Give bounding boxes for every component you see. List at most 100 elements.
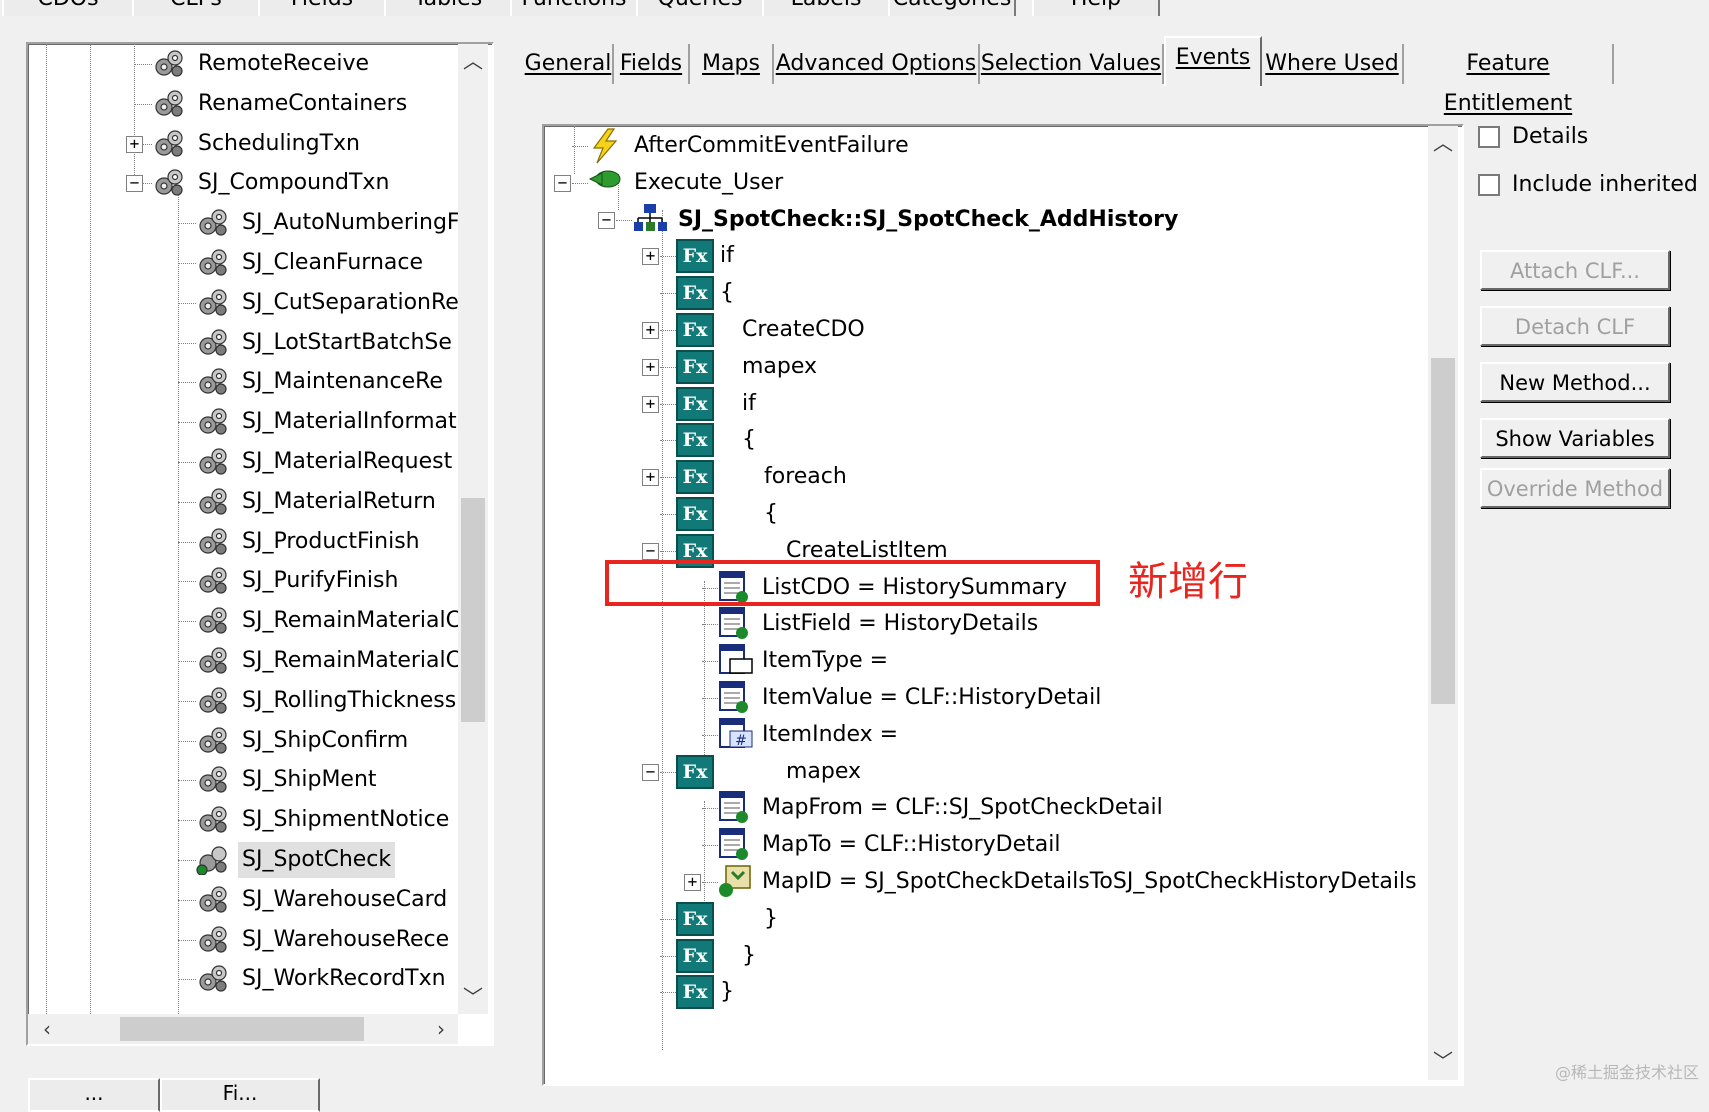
scroll-up-arrow-icon[interactable]: ︿ bbox=[458, 46, 488, 76]
bottom-button-1[interactable]: ... bbox=[28, 1078, 160, 1112]
tree-item[interactable]: SJ_MaterialRequest bbox=[28, 444, 458, 480]
tree-horizontal-scrollbar[interactable]: ‹ › bbox=[28, 1014, 458, 1044]
event-tree-row[interactable]: Fx} bbox=[544, 974, 1424, 1010]
top-tab-help[interactable]: Help bbox=[1032, 0, 1160, 16]
clf-tree-panel[interactable]: RemoteReceive RenameContainers + Scheduling… bbox=[26, 42, 494, 1046]
event-tree-label: { bbox=[742, 427, 756, 453]
tree-item[interactable]: SJ_RemainMaterialC bbox=[28, 643, 461, 679]
top-tab-labels[interactable]: Labels bbox=[762, 0, 890, 16]
tab-events[interactable]: Events bbox=[1164, 36, 1262, 86]
tree-item[interactable]: SJ_PurifyFinish bbox=[28, 563, 458, 599]
tree-item[interactable]: SJ_RemainMaterialC bbox=[28, 603, 461, 639]
expand-icon[interactable]: + bbox=[684, 874, 701, 891]
event-tree-row[interactable]: Fx{ bbox=[544, 496, 1424, 532]
events-scroll-up-arrow-icon[interactable]: ︿ bbox=[1428, 128, 1458, 158]
tree-item[interactable]: SJ_AutoNumberingF bbox=[28, 205, 460, 241]
tree-item[interactable]: + SchedulingTxn bbox=[28, 126, 458, 162]
include-inherited-checkbox[interactable] bbox=[1478, 174, 1500, 196]
scroll-down-arrow-icon[interactable]: ﹀ bbox=[458, 982, 488, 1012]
top-tab-functions[interactable]: Functions bbox=[510, 0, 638, 16]
expand-icon[interactable]: + bbox=[642, 358, 659, 376]
event-tree-row[interactable]: Fx} bbox=[544, 901, 1424, 937]
tree-item[interactable]: SJ_CleanFurnace bbox=[28, 245, 458, 281]
events-vertical-scrollbar[interactable]: ︿ ﹀ bbox=[1428, 126, 1458, 1080]
details-checkbox[interactable] bbox=[1478, 126, 1500, 148]
expand-icon[interactable]: + bbox=[642, 395, 659, 413]
tree-item[interactable]: SJ_RollingThickness bbox=[28, 683, 458, 719]
tree-item[interactable]: SJ_SpotCheck bbox=[28, 842, 458, 878]
top-tab-queries[interactable]: Queries bbox=[636, 0, 764, 16]
collapse-icon[interactable]: − bbox=[598, 211, 615, 229]
tree-item[interactable]: SJ_MaterialInformati bbox=[28, 404, 463, 440]
attach-clf-button[interactable]: Attach CLF... bbox=[1480, 250, 1670, 290]
details-option[interactable]: Details bbox=[1478, 122, 1588, 152]
top-tab-fields[interactable]: Fields bbox=[258, 0, 386, 16]
tree-item[interactable]: SJ_MaintenanceRe bbox=[28, 364, 458, 400]
tree-item[interactable]: SJ_ProductFinish bbox=[28, 524, 458, 560]
collapse-icon[interactable]: − bbox=[554, 174, 571, 192]
tab-maps[interactable]: Maps bbox=[690, 44, 774, 84]
override-method-button[interactable]: Override Method bbox=[1480, 468, 1670, 508]
tree-item[interactable]: SJ_MaterialReturn bbox=[28, 484, 458, 520]
event-tree-row[interactable]: + Fx foreach bbox=[544, 459, 1424, 495]
event-tree-row[interactable]: − Execute_User bbox=[544, 165, 1424, 201]
tab-selection-values[interactable]: Selection Values bbox=[980, 44, 1164, 84]
tree-item[interactable]: SJ_ShipMent bbox=[28, 762, 458, 798]
collapse-icon[interactable]: − bbox=[126, 175, 143, 193]
tree-item[interactable]: SJ_WarehouseRece bbox=[28, 922, 458, 958]
tab-advanced-options[interactable]: Advanced Options bbox=[774, 44, 980, 84]
event-tree-row[interactable]: + Fx if bbox=[544, 386, 1424, 422]
event-tree-row[interactable]: ListField = HistoryDetails bbox=[544, 606, 1424, 642]
event-tree-row[interactable]: + MapID = SJ_SpotCheckDetailsToSJ_SpotChe… bbox=[544, 864, 1424, 900]
expand-icon[interactable]: + bbox=[126, 135, 143, 153]
tab-where-used[interactable]: Where Used bbox=[1262, 44, 1404, 84]
tree-item[interactable]: SJ_WorkRecordTxn bbox=[28, 961, 458, 997]
event-tree-row[interactable]: Fx{ bbox=[544, 422, 1424, 458]
bottom-button-2[interactable]: Fi... bbox=[160, 1078, 320, 1112]
scroll-left-arrow-icon[interactable]: ‹ bbox=[32, 1014, 62, 1044]
tree-item[interactable]: SJ_ShipmentNotice bbox=[28, 802, 458, 838]
tree-vertical-scrollbar[interactable]: ︿ ﹀ bbox=[458, 44, 488, 1014]
event-tree-row[interactable]: Fx{ bbox=[544, 275, 1424, 311]
include-inherited-option[interactable]: Include inherited bbox=[1478, 170, 1698, 200]
show-variables-button[interactable]: Show Variables bbox=[1480, 418, 1670, 458]
event-tree-row[interactable]: ItemValue = CLF::HistoryDetail bbox=[544, 680, 1424, 716]
event-tree-row[interactable]: ItemType = bbox=[544, 643, 1424, 679]
expand-icon[interactable]: + bbox=[642, 322, 659, 339]
top-tab-clfs[interactable]: CLFs bbox=[132, 0, 260, 16]
collapse-icon[interactable]: − bbox=[642, 763, 659, 781]
tree-item[interactable]: SJ_LotStartBatchSe bbox=[28, 325, 458, 361]
tree-item[interactable]: RemoteReceive bbox=[28, 46, 458, 82]
event-tree-row[interactable]: + Fx if bbox=[544, 238, 1424, 274]
event-tree-row[interactable]: + Fx CreateCDO bbox=[544, 312, 1424, 348]
event-tree-row[interactable]: # ItemIndex = bbox=[544, 717, 1424, 753]
events-scroll-down-arrow-icon[interactable]: ﹀ bbox=[1428, 1046, 1458, 1076]
detach-clf-button[interactable]: Detach CLF bbox=[1480, 306, 1670, 346]
scroll-right-arrow-icon[interactable]: › bbox=[426, 1014, 456, 1044]
top-tab-cdos[interactable]: CDOs bbox=[2, 0, 134, 16]
tree-item[interactable]: SJ_WarehouseCard bbox=[28, 882, 458, 918]
event-tree-row[interactable]: AfterCommitEventFailure bbox=[544, 128, 1424, 164]
event-tree-row[interactable]: MapTo = CLF::HistoryDetail bbox=[544, 827, 1424, 863]
expand-icon[interactable]: + bbox=[642, 469, 659, 487]
scroll-thumb-horizontal[interactable] bbox=[120, 1017, 364, 1041]
tab-general[interactable]: General bbox=[524, 44, 614, 84]
event-tree-row[interactable]: + Fx mapex bbox=[544, 349, 1424, 385]
event-tree-row[interactable]: − Fx mapex bbox=[544, 754, 1424, 790]
tree-item[interactable]: RenameContainers bbox=[28, 86, 458, 122]
tree-item[interactable]: SJ_ShipConfirm bbox=[28, 723, 458, 759]
top-tab-tables[interactable]: Tables bbox=[384, 0, 512, 16]
event-tree-row[interactable]: MapFrom = CLF::SJ_SpotCheckDetail bbox=[544, 790, 1424, 826]
tab-feature-entitlement[interactable]: Feature Entitlement bbox=[1404, 44, 1614, 116]
events-scroll-thumb[interactable] bbox=[1431, 358, 1455, 704]
new-method-button[interactable]: New Method... bbox=[1480, 362, 1670, 402]
collapse-icon[interactable]: − bbox=[642, 542, 659, 560]
event-tree-row[interactable]: − SJ_SpotCheck::SJ_SpotCheck_AddHistory bbox=[544, 202, 1424, 238]
scroll-thumb[interactable] bbox=[461, 498, 485, 722]
expand-icon[interactable]: + bbox=[642, 248, 659, 266]
top-tab-categories[interactable]: Categories bbox=[888, 0, 1016, 16]
tree-item[interactable]: − SJ_CompoundTxn bbox=[28, 165, 458, 201]
event-tree-row[interactable]: Fx} bbox=[544, 938, 1424, 974]
tree-item[interactable]: SJ_CutSeparationRe bbox=[28, 285, 459, 321]
tab-fields[interactable]: Fields bbox=[614, 44, 690, 84]
